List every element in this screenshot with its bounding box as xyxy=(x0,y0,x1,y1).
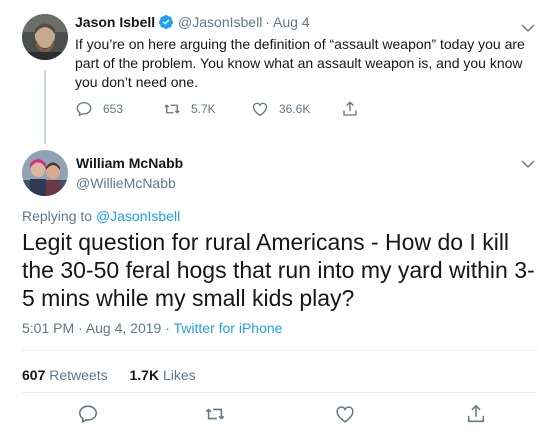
william-mcnabb-avatar[interactable] xyxy=(22,150,68,196)
share-icon xyxy=(467,404,485,423)
tweet2-reply-button[interactable] xyxy=(77,403,99,430)
thread-connector-line xyxy=(44,70,46,144)
divider xyxy=(22,350,537,351)
tweet2-share-button[interactable] xyxy=(465,403,487,430)
replying-to-label: Replying to xyxy=(22,208,96,224)
verified-badge-icon xyxy=(158,14,174,33)
like-count: 1.7K xyxy=(129,367,160,383)
retweet-icon xyxy=(164,104,180,114)
share-icon xyxy=(343,101,357,116)
tweet1-like-button[interactable]: 36.6K xyxy=(251,100,310,118)
tweet2-author-name[interactable]: William McNabb xyxy=(76,155,183,171)
tweet2-retweet-button[interactable] xyxy=(204,403,226,430)
replying-to-link[interactable]: @JasonIsbell xyxy=(96,208,180,224)
heart-icon xyxy=(252,102,268,117)
tweet2-stats: 607 Retweets 1.7K Likes xyxy=(22,367,196,383)
tweet2-timestamp[interactable]: 5:01 PM · Aug 4, 2019 · xyxy=(22,320,174,336)
retweet-icon xyxy=(205,408,225,420)
chevron-down-icon[interactable] xyxy=(521,156,535,169)
retweet-count: 607 xyxy=(22,367,46,383)
tweet1-like-count: 36.6K xyxy=(279,102,311,116)
tweet2-actions xyxy=(22,403,537,429)
reply-icon xyxy=(78,405,98,424)
tweet1-text: If you’re on here arguing the definition… xyxy=(75,36,525,90)
heart-icon xyxy=(336,406,354,423)
divider xyxy=(22,392,537,393)
tweet1-reply-button[interactable]: 653 xyxy=(75,100,123,118)
tweet2-handle[interactable]: @WillieMcNabb xyxy=(76,175,176,191)
retweets-label: Retweets xyxy=(45,367,108,383)
tweet2-text: Legit question for rural Americans - How… xyxy=(22,229,535,311)
tweet1-actions: 653 5.7K 36.6K xyxy=(75,100,375,120)
retweets-stat[interactable]: 607 Retweets xyxy=(22,367,108,383)
tweet1-reply-count: 653 xyxy=(103,102,124,116)
tweet1-retweet-count: 5.7K xyxy=(191,102,216,116)
likes-stat[interactable]: 1.7K Likes xyxy=(130,367,196,383)
tweet1-date[interactable]: Aug 4 xyxy=(273,14,310,30)
tweet2-source-link[interactable]: Twitter for iPhone xyxy=(174,320,283,336)
tweet1-handle[interactable]: @JasonIsbell xyxy=(178,14,262,30)
tweet1-author-name[interactable]: Jason Isbell xyxy=(75,14,155,30)
tweet1-header: Jason Isbell @JasonIsbell · Aug 4 xyxy=(75,14,310,33)
chevron-down-icon[interactable] xyxy=(521,20,535,33)
tweet2-like-button[interactable] xyxy=(334,403,356,430)
reply-icon xyxy=(76,101,92,117)
jason-isbell-avatar[interactable] xyxy=(22,14,68,60)
tweet1-separator: · xyxy=(265,14,270,30)
tweet2-metadata: 5:01 PM · Aug 4, 2019 · Twitter for iPho… xyxy=(22,320,282,336)
replying-to-line: Replying to @JasonIsbell xyxy=(22,208,180,224)
likes-label: Likes xyxy=(159,367,196,383)
tweet1-share-button[interactable] xyxy=(341,100,359,118)
tweet1-retweet-button[interactable]: 5.7K xyxy=(163,100,216,118)
